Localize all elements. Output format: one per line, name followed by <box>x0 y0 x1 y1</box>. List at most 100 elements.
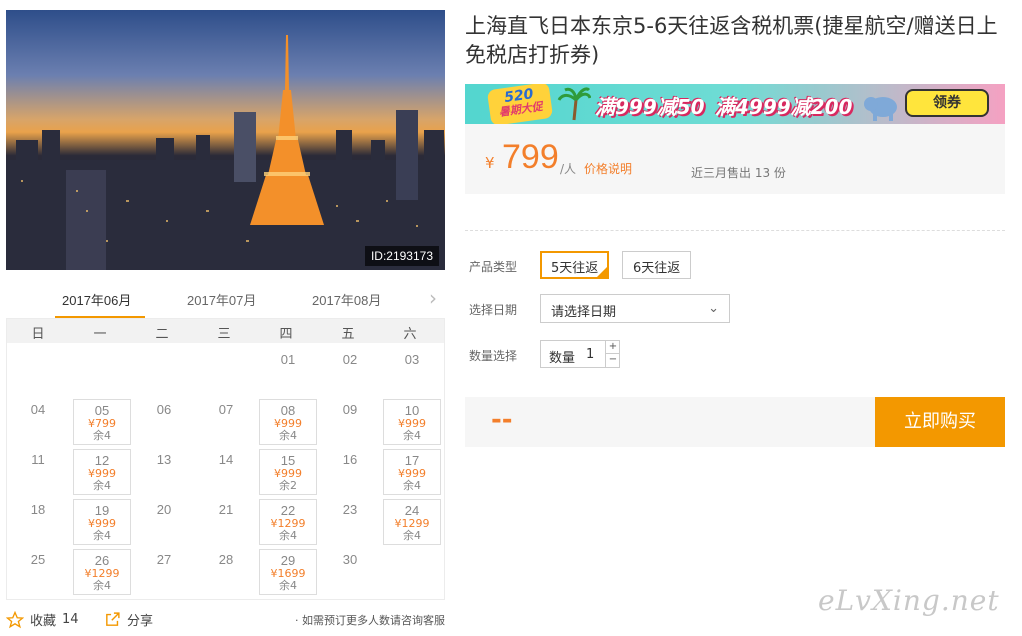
calendar-day[interactable]: 29 ¥1699 余4 <box>259 549 317 595</box>
date-select[interactable]: 请选择日期 ⌄ <box>540 294 730 323</box>
day-stock: 余4 <box>279 579 297 592</box>
calendar-day: 03 <box>383 349 441 395</box>
day-number: 15 <box>280 453 296 468</box>
quantity-inner-label: 数量 <box>549 351 576 366</box>
weekday-thu: 四 <box>279 327 293 342</box>
weekday-header: 日 一 二 三 四 五 六 <box>7 319 444 343</box>
day-number: 16 <box>342 452 358 467</box>
tab-month-jun[interactable]: 2017年06月 <box>62 290 131 309</box>
weekday-sun: 日 <box>31 327 45 342</box>
watermark: eLvXing.net <box>818 584 1000 617</box>
buy-now-button[interactable]: 立即购买 <box>875 397 1005 447</box>
calendar-day: 27 <box>135 549 193 595</box>
weekday-sat: 六 <box>403 327 417 342</box>
chevron-down-icon: ⌄ <box>708 301 719 316</box>
day-number: 23 <box>342 502 358 517</box>
product-title: 上海直飞日本东京5-6天往返含税机票(捷星航空/赠送日上免税店打折券) <box>465 14 998 67</box>
tab-month-jul[interactable]: 2017年07月 <box>187 290 256 309</box>
day-number: 30 <box>342 552 358 567</box>
calendar-day[interactable]: 10 ¥999 余4 <box>383 399 441 445</box>
calendar-day[interactable]: 12 ¥999 余4 <box>73 449 131 495</box>
star-icon <box>6 610 24 628</box>
day-number: 10 <box>404 403 420 418</box>
product-type-label: 产品类型 <box>469 260 518 274</box>
day-stock: 余4 <box>279 529 297 542</box>
calendar-day: 04 <box>9 399 67 445</box>
day-number: 28 <box>218 552 234 567</box>
day-number: 27 <box>156 552 172 567</box>
day-number: 21 <box>218 502 234 517</box>
calendar-day: 20 <box>135 499 193 545</box>
day-number: 22 <box>280 503 296 518</box>
product-actions: 收藏 14 分享 · 如需预订更多人数请咨询客服 <box>6 606 445 632</box>
calendar-day[interactable]: 15 ¥999 余2 <box>259 449 317 495</box>
quantity-input[interactable]: 1 <box>586 347 594 362</box>
calendar-day: 30 <box>321 549 379 595</box>
promo-banner[interactable]: 520 暑期大促 满999减50 满4999减200 领券 <box>465 84 1005 124</box>
day-stock: 余4 <box>93 429 111 442</box>
favorite-count: 14 <box>62 612 79 627</box>
tokyo-tower-illustration <box>6 35 445 270</box>
share-icon <box>106 612 120 626</box>
day-stock: 余4 <box>279 429 297 442</box>
price-unit: /人 <box>560 162 577 176</box>
calendar-day: 13 <box>135 449 193 495</box>
calendar-day[interactable]: 26 ¥1299 余4 <box>73 549 131 595</box>
calendar-day: 25 <box>9 549 67 595</box>
quantity-label: 数量选择 <box>469 349 518 363</box>
quantity-increase-button[interactable]: + <box>605 341 620 354</box>
promo-badge: 520 暑期大促 <box>486 84 554 124</box>
calendar-day: 11 <box>9 449 67 495</box>
calendar-day[interactable]: 08 ¥999 余4 <box>259 399 317 445</box>
day-number: 14 <box>218 452 234 467</box>
day-number: 07 <box>218 402 234 417</box>
photo-id-badge: ID:2193173 <box>364 246 439 266</box>
day-number: 24 <box>404 503 420 518</box>
calendar-day: 28 <box>197 549 255 595</box>
tab-month-aug[interactable]: 2017年08月 <box>312 290 381 309</box>
day-number: 05 <box>94 403 110 418</box>
calendar-day: 16 <box>321 449 379 495</box>
quantity-decrease-button[interactable]: − <box>605 354 620 367</box>
calendar-day[interactable]: 24 ¥1299 余4 <box>383 499 441 545</box>
day-stock: 余4 <box>403 529 421 542</box>
calendar-day[interactable]: 22 ¥1299 余4 <box>259 499 317 545</box>
price-currency: ¥ <box>485 154 495 172</box>
selected-check-icon <box>596 266 609 278</box>
day-number: 12 <box>94 453 110 468</box>
day-number: 20 <box>156 502 172 517</box>
price-value: 799 <box>502 138 559 176</box>
type-option-6day[interactable]: 6天往返 <box>622 251 692 279</box>
day-number: 06 <box>156 402 172 417</box>
favorite-button[interactable]: 收藏 14 <box>6 610 79 629</box>
calendar-day[interactable]: 19 ¥999 余4 <box>73 499 131 545</box>
day-stock: 余4 <box>93 579 111 592</box>
calendar-day[interactable]: 05 ¥799 余4 <box>73 399 131 445</box>
palm-tree-icon <box>557 87 591 121</box>
sold-count: 近三月售出 13 份 <box>691 166 786 180</box>
calendar-day: 09 <box>321 399 379 445</box>
type-option-5day[interactable]: 5天往返 <box>540 251 610 279</box>
day-stock: 余4 <box>93 479 111 492</box>
day-number: 17 <box>404 453 420 468</box>
chevron-right-icon[interactable]: › <box>429 286 437 310</box>
total-price: -- <box>491 405 513 435</box>
claim-coupon-button[interactable]: 领券 <box>905 89 989 117</box>
share-label: 分享 <box>127 614 154 629</box>
month-tabs: 2017年06月 2017年07月 2017年08月 › <box>6 284 445 319</box>
calendar-day: 02 <box>321 349 379 395</box>
day-number: 03 <box>404 352 420 367</box>
promo-offer-1: 满999减50 <box>595 95 705 119</box>
calendar-day: 21 <box>197 499 255 545</box>
share-button[interactable]: 分享 <box>104 610 153 629</box>
day-number: 29 <box>280 553 296 568</box>
day-number: 25 <box>30 552 46 567</box>
type-option-6day-label: 6天往返 <box>633 261 681 276</box>
calendar-day[interactable]: 17 ¥999 余4 <box>383 449 441 495</box>
day-number: 19 <box>94 503 110 518</box>
weekday-tue: 二 <box>155 327 169 342</box>
day-number: 04 <box>30 402 46 417</box>
price-explanation-link[interactable]: 价格说明 <box>584 160 632 177</box>
day-number: 13 <box>156 452 172 467</box>
section-divider <box>465 230 1005 231</box>
